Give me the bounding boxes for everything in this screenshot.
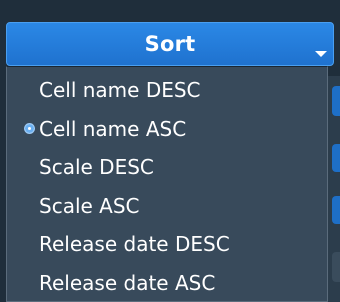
sort-dropdown-menu: Cell name DESC Cell name ASC Scale DESC … bbox=[6, 66, 328, 302]
menu-item-label: Release date ASC bbox=[39, 270, 216, 295]
menu-item-cell-name-desc[interactable]: Cell name DESC bbox=[7, 71, 327, 110]
background-button-edge bbox=[332, 86, 340, 116]
menu-item-release-date-asc[interactable]: Release date ASC bbox=[7, 264, 327, 302]
background-button-edge bbox=[332, 144, 340, 172]
menu-item-release-date-desc[interactable]: Release date DESC bbox=[7, 225, 327, 264]
caret-down-icon[interactable] bbox=[315, 51, 327, 57]
menu-item-cell-name-asc[interactable]: Cell name ASC bbox=[7, 110, 327, 149]
background-button-edge bbox=[332, 196, 340, 224]
sort-dropdown-button[interactable]: Sort bbox=[6, 22, 334, 66]
menu-item-label: Cell name DESC bbox=[39, 78, 201, 103]
menu-item-label: Scale ASC bbox=[39, 193, 140, 218]
menu-item-label: Cell name ASC bbox=[39, 116, 187, 141]
menu-item-label: Release date DESC bbox=[39, 232, 230, 257]
sort-button-label: Sort bbox=[144, 32, 196, 56]
menu-item-label: Scale DESC bbox=[39, 155, 154, 180]
menu-item-scale-asc[interactable]: Scale ASC bbox=[7, 187, 327, 226]
menu-item-scale-desc[interactable]: Scale DESC bbox=[7, 148, 327, 187]
background-button-edge bbox=[332, 252, 340, 282]
radio-dot-icon bbox=[24, 122, 35, 134]
